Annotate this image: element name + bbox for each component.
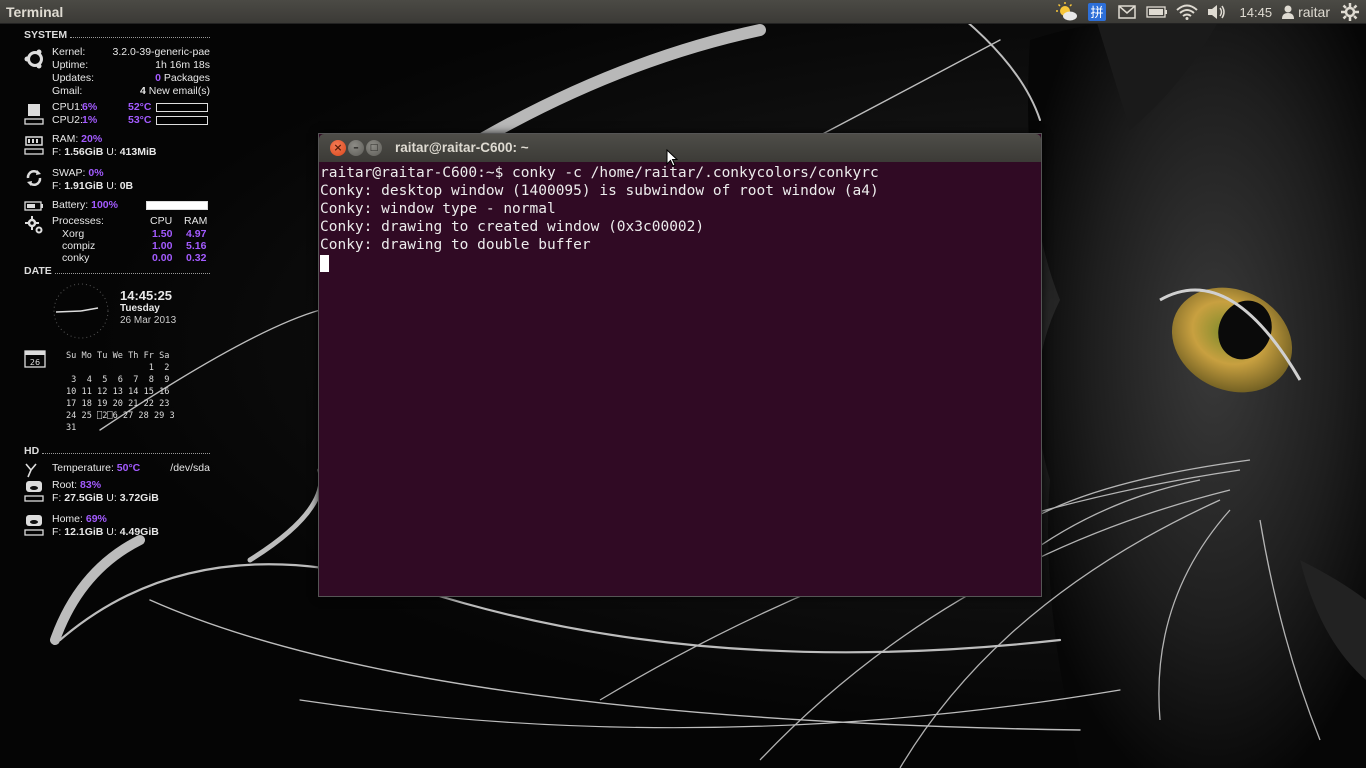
process-row: conky 0.00 0.32 [62,252,207,264]
minimize-icon: – [353,141,359,154]
cpu2-row: CPU2: 1% 53°C [24,114,210,127]
user-name: raitar [1298,4,1330,20]
top-panel: Terminal 拼 14:45 raitar [0,0,1366,24]
terminal-line: raitar@raitar-C600:~$ conky -c /home/rai… [320,165,879,181]
mouse-pointer-icon [666,149,678,167]
calendar-icon: 26 [24,350,46,368]
analog-clock [53,283,109,339]
clock-date: 26 Mar 2013 [120,315,177,326]
battery-bar-fill [147,202,207,209]
panel-clock[interactable]: 14:45 [1232,0,1281,24]
keyboard-icon[interactable]: 拼 [1082,0,1112,24]
terminal-output[interactable]: raitar@raitar-C600:~$ conky -c /home/rai… [320,164,1040,594]
cpu1-row: CPU1: 6% 52°C [24,101,210,114]
root-usage-row: F: 27.5GiB U: 3.72GiB [52,492,159,504]
wifi-icon[interactable] [1172,0,1202,24]
kernel-row: Kernel: 3.2.0-39-generic-pae [52,46,210,58]
calendar-week: 17 18 19 20 21 22 23 [66,399,170,409]
gear-icon[interactable] [1338,0,1362,24]
updates-row: Updates: 0 Packages [52,72,210,84]
hd-heading: HD [24,444,210,458]
clock-weekday: Tuesday [120,303,160,314]
terminal-line: Conky: window type - normal [320,201,556,217]
user-icon [1282,5,1295,19]
battery-row: Battery: 100% [24,199,210,212]
weather-icon[interactable] [1052,0,1082,24]
cpu2-graph [156,116,208,125]
terminal-line: Conky: drawing to double buffer [320,237,591,253]
terminal-title: raitar@raitar-C600: ~ [395,140,529,155]
terminal-line: Conky: desktop window (1400095) is subwi… [320,183,879,199]
calendar-week: 24 25 ⎕2⎕6 27 28 29 3 [66,411,175,421]
user-menu[interactable]: raitar [1280,0,1338,24]
home-usage-row: F: 12.1GiB U: 4.49GiB [52,526,159,538]
terminal-window[interactable]: × – □ raitar@raitar-C600: ~ raitar@raita… [318,133,1042,597]
mail-icon[interactable] [1112,0,1142,24]
conky-widget: SYSTEM Kernel: 3.2.0-39-generic-pae Uptim… [24,28,210,543]
battery-bar [146,201,208,210]
terminal-cursor [320,255,329,272]
terminal-line: Conky: drawing to created window (0x3c00… [320,219,705,235]
indicator-area: 拼 14:45 raitar [1052,0,1366,24]
process-row: compiz 1.00 5.16 [62,240,207,252]
calendar-week: 3 4 5 6 7 8 9 [66,375,170,385]
ram-usage-row: F: 1.56GiB U: 413MiB [52,146,157,158]
active-app-title: Terminal [6,3,64,20]
terminal-titlebar[interactable]: × – □ raitar@raitar-C600: ~ [319,134,1041,162]
gmail-row: Gmail: 4 New email(s) [52,85,210,97]
calendar-weekdays: Su Mo Tu We Th Fr Sa [66,351,170,361]
process-row: Xorg 1.50 4.97 [62,228,207,240]
cpu1-graph [156,103,208,112]
system-heading: SYSTEM [24,28,210,42]
maximize-button[interactable]: □ [366,140,382,156]
processes-header-row: Processes: CPU RAM [52,215,208,227]
calendar-week: 10 11 12 13 14 15 16 [66,387,170,397]
calendar-icon-day: 26 [30,358,40,367]
home-row: Home: 69% [52,513,107,525]
close-button[interactable]: × [330,140,346,156]
swap-usage-row: F: 1.91GiB U: 0B [52,180,134,192]
hd-temp-row: Temperature: 50°C/dev/sda [52,462,210,474]
calendar-week: 1 2 [66,363,170,373]
root-row: Root: 83% [52,479,102,491]
clock-time: 14:45:25 [120,288,173,303]
close-icon: × [333,141,343,154]
maximize-icon: □ [369,143,379,153]
uptime-row: Uptime: 1h 16m 18s [52,59,210,71]
ram-row: RAM: 20% [52,133,103,145]
minimize-button[interactable]: – [348,140,364,156]
volume-icon[interactable] [1202,0,1232,24]
svg-text:拼: 拼 [1090,6,1103,21]
desktop: Terminal 拼 14:45 raitar SYSTEM Kernel: 3… [0,0,1366,768]
calendar: Su Mo Tu We Th Fr Sa 1 2 3 4 5 6 7 8 9 1… [66,350,175,434]
date-heading: DATE [24,264,210,278]
swap-row: SWAP: 0% [52,167,104,179]
calendar-week: 31 [66,423,77,433]
battery-icon[interactable] [1142,0,1172,24]
